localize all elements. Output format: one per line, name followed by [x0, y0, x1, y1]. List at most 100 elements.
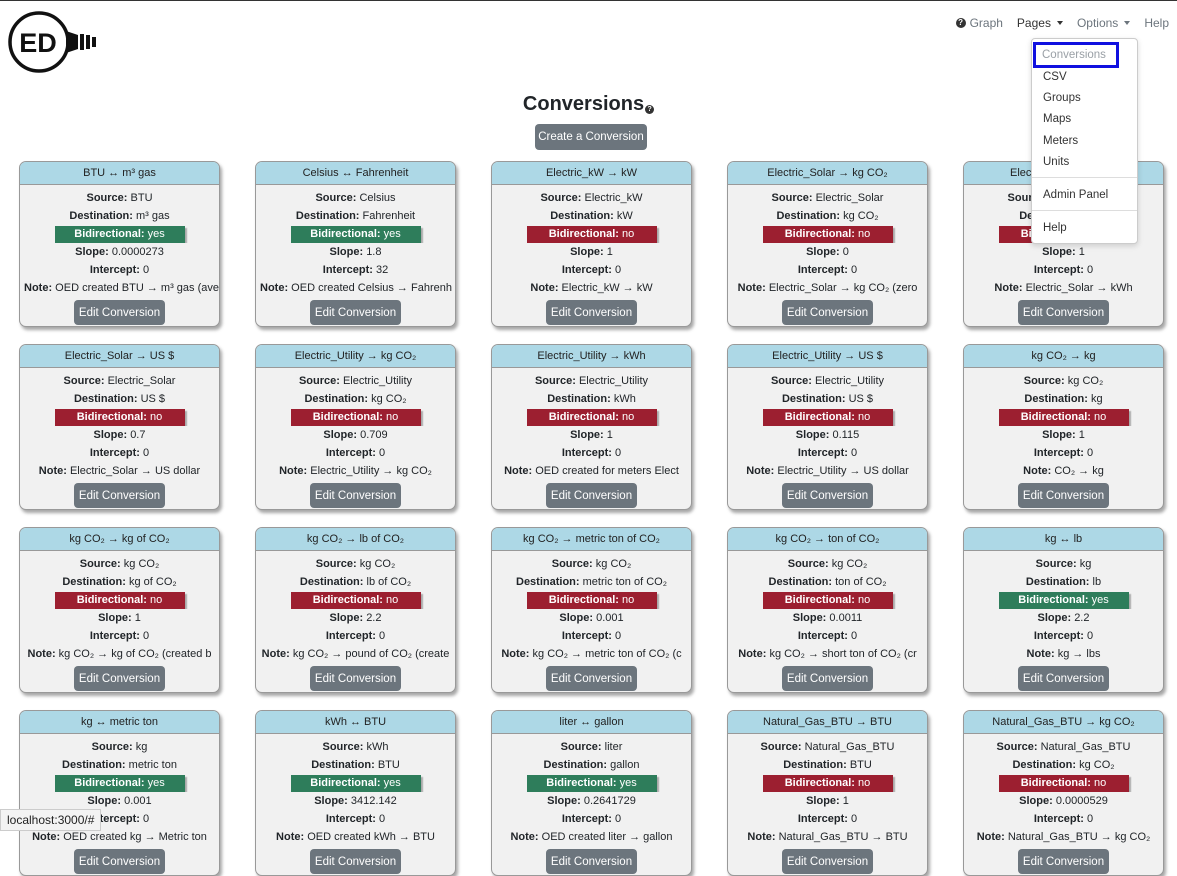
card-bidirectional-row: Bidirectional: no	[728, 774, 927, 792]
card-body: Source: kg CO₂ Destination: lb of CO₂ Bi…	[256, 551, 455, 691]
slope-value: 0	[842, 246, 849, 258]
card-note-row: Note: Electric_Solar → kWh	[964, 279, 1163, 297]
card-source-row: Source: Electric_kW	[492, 189, 691, 207]
edit-conversion-button[interactable]: Edit Conversion	[782, 300, 873, 325]
menu-divider	[1032, 177, 1137, 178]
intercept-label: Intercept:	[325, 813, 376, 825]
bidirectional-value: yes	[619, 777, 637, 789]
destination-value: m³ gas	[136, 210, 170, 222]
edit-conversion-button[interactable]: Edit Conversion	[74, 300, 165, 325]
card-note-row: Note: kg CO₂ → metric ton of CO₂ (c	[492, 645, 691, 663]
destination-value: gallon	[610, 759, 640, 771]
intercept-value: 0	[851, 447, 858, 459]
card-destination-row: Destination: kg	[964, 390, 1163, 408]
card-title: BTU ↔ m³ gas	[20, 162, 219, 185]
menu-item-admin-panel[interactable]: Admin Panel	[1043, 188, 1108, 202]
note-label: Note:	[261, 648, 290, 660]
card-bidirectional-row: Bidirectional: yes	[256, 774, 455, 792]
edit-conversion-button[interactable]: Edit Conversion	[310, 849, 401, 874]
bidirectional-value: no	[622, 228, 635, 240]
edit-conversion-button[interactable]: Edit Conversion	[74, 666, 165, 691]
menu-item-groups[interactable]: Groups	[1043, 91, 1081, 105]
card-bidirectional-row: Bidirectional: no	[492, 591, 691, 609]
bidirectional-value: yes	[1091, 594, 1109, 606]
menu-item-units[interactable]: Units	[1043, 155, 1069, 169]
menu-item-meters[interactable]: Meters	[1043, 134, 1078, 148]
card-title: kg CO₂ → kg	[964, 345, 1163, 368]
card-intercept-row: Intercept: 0	[728, 261, 927, 279]
slope-value: 0.115	[832, 429, 860, 441]
note-value: Electric_Solar → kg CO₂ (zero	[768, 282, 918, 294]
source-label: Source:	[91, 741, 133, 753]
intercept-label: Intercept:	[797, 630, 848, 642]
edit-conversion-button[interactable]: Edit Conversion	[1018, 300, 1109, 325]
card-note-row: Note: kg CO₂ → short ton of CO₂ (cr	[728, 645, 927, 663]
nav-pages-dropdown[interactable]: Pages	[1017, 16, 1063, 30]
edit-conversion-button[interactable]: Edit Conversion	[1018, 849, 1109, 874]
card-source-row: Source: kWh	[256, 738, 455, 756]
bidirectional-value: yes	[383, 228, 401, 240]
source-label: Source:	[560, 741, 602, 753]
note-value: kg CO₂ → kg of CO₂ (created b	[58, 648, 212, 660]
slope-label: Slope:	[98, 612, 132, 624]
edit-conversion-button[interactable]: Edit Conversion	[782, 483, 873, 508]
card-bidirectional-row: Bidirectional: no	[492, 408, 691, 426]
edit-conversion-button[interactable]: Edit Conversion	[546, 483, 637, 508]
slope-value: 0.0011	[829, 612, 863, 624]
bidirectional-badge: Bidirectional: yes	[526, 775, 657, 792]
edit-conversion-button[interactable]: Edit Conversion	[1018, 666, 1109, 691]
slope-value: 1	[842, 795, 849, 807]
edit-conversion-button[interactable]: Edit Conversion	[546, 300, 637, 325]
help-question-icon[interactable]: ?	[645, 105, 655, 114]
intercept-label: Intercept:	[561, 447, 612, 459]
edit-conversion-button[interactable]: Edit Conversion	[74, 483, 165, 508]
conversion-card: Electric_kW → kW Source: Electric_kW Des…	[491, 161, 692, 327]
nav-help[interactable]: Help	[1144, 16, 1169, 30]
card-note-row: Note: OED created Celsius → Fahrenh	[256, 279, 455, 297]
nav-options-dropdown[interactable]: Options	[1077, 16, 1131, 30]
destination-label: Destination:	[1024, 393, 1088, 405]
slope-label: Slope:	[1019, 795, 1053, 807]
bidirectional-label: Bidirectional:	[784, 411, 855, 423]
edit-conversion-button[interactable]: Edit Conversion	[782, 849, 873, 874]
note-value: Electric_Utility → kg CO₂	[310, 465, 432, 477]
menu-item-help[interactable]: Help	[1043, 221, 1067, 235]
edit-conversion-button[interactable]: Edit Conversion	[74, 849, 165, 874]
note-value: OED created for meters Elect	[535, 465, 679, 477]
source-value: kg CO₂	[359, 558, 396, 570]
note-label: Note:	[976, 831, 1005, 843]
bidirectional-badge: Bidirectional: no	[998, 409, 1129, 426]
card-source-row: Source: kg CO₂	[20, 555, 219, 573]
card-intercept-row: Intercept: 0	[728, 444, 927, 462]
nav-graph[interactable]: ? Graph	[955, 16, 1003, 30]
menu-item-csv[interactable]: CSV	[1043, 70, 1067, 84]
edit-conversion-button[interactable]: Edit Conversion	[310, 483, 401, 508]
intercept-value: 0	[1087, 813, 1094, 825]
slope-label: Slope:	[570, 429, 604, 441]
card-body: Source: Natural_Gas_BTU Destination: kg …	[964, 734, 1163, 874]
create-conversion-button[interactable]: Create a Conversion	[535, 124, 647, 150]
edit-conversion-button[interactable]: Edit Conversion	[782, 666, 873, 691]
card-title: Electric_Solar → kg CO₂	[728, 162, 927, 185]
edit-conversion-button[interactable]: Edit Conversion	[310, 666, 401, 691]
card-slope-row: Slope: 1	[728, 792, 927, 810]
destination-value: kg of CO₂	[128, 576, 177, 588]
slope-label: Slope:	[329, 246, 364, 258]
intercept-value: 0	[851, 630, 858, 642]
edit-conversion-button[interactable]: Edit Conversion	[546, 849, 637, 874]
menu-item-maps[interactable]: Maps	[1043, 112, 1071, 126]
intercept-label: Intercept:	[322, 264, 373, 276]
edit-conversion-button[interactable]: Edit Conversion	[310, 300, 401, 325]
edit-conversion-button[interactable]: Edit Conversion	[546, 666, 637, 691]
edit-conversion-button[interactable]: Edit Conversion	[1018, 483, 1109, 508]
source-value: Natural_Gas_BTU	[804, 741, 895, 753]
card-title: liter ↔ gallon	[492, 711, 691, 734]
slope-label: Slope:	[806, 246, 840, 258]
bidirectional-label: Bidirectional:	[548, 594, 619, 606]
menu-item-conversions[interactable]: Conversions	[1033, 42, 1119, 68]
source-label: Source:	[298, 375, 340, 387]
card-destination-row: Destination: lb of CO₂	[256, 573, 455, 591]
source-value: Electric_Utility	[578, 375, 649, 387]
destination-value: kg CO₂	[843, 210, 879, 222]
oed-logo[interactable]: ED	[8, 11, 100, 73]
